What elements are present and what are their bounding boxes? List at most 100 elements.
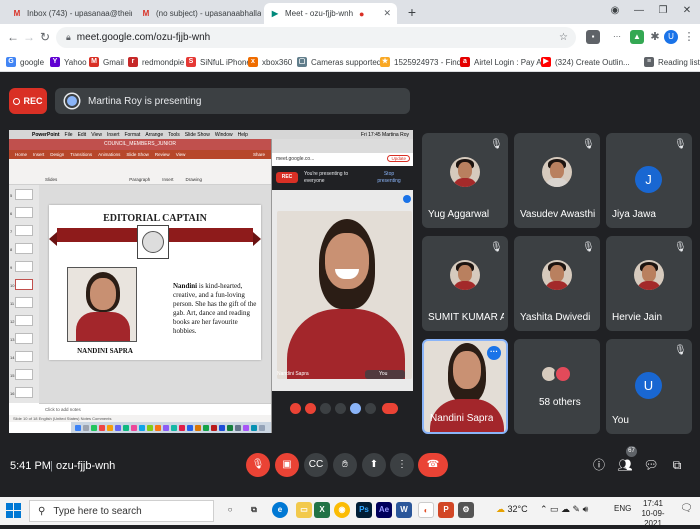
slide-canvas[interactable]: EDITORIAL CAPTAIN NANDINI SAPRA Nandini …	[49, 205, 261, 360]
captions-button[interactable]: CC	[304, 453, 328, 477]
cortana-icon[interactable]: ○	[222, 502, 238, 518]
meeting-details-icon[interactable]: ⓘ	[590, 456, 608, 474]
present-now-button[interactable]: ⬆︎	[362, 453, 386, 477]
address-bar[interactable]: 🔒︎ meet.google.com/ozu-fjjb-wnh ☆	[56, 27, 576, 48]
slide-thumbnail[interactable]	[15, 225, 33, 236]
ppt-tab-animations[interactable]: Animations	[98, 152, 120, 157]
participant-tile[interactable]: 🎙︎ Hervie Jain	[606, 236, 692, 331]
camera-icon[interactable]: ▪	[586, 30, 600, 44]
weather-widget[interactable]: ☁︎ 32°C	[496, 504, 528, 515]
minimize-icon[interactable]: —	[628, 3, 650, 19]
inner-mic-off-icon[interactable]	[290, 403, 301, 414]
photoshop-icon[interactable]: Ps	[356, 502, 372, 518]
mic-off-button[interactable]: 🎙︎	[246, 453, 270, 477]
activities-icon[interactable]: ⧉	[668, 456, 686, 474]
ppt-tab-review[interactable]: Review	[155, 152, 170, 157]
participant-tile[interactable]: 🎙︎ SUMIT KUMAR AG...	[422, 236, 508, 331]
windows-start-icon[interactable]	[6, 503, 22, 519]
bookmark-find[interactable]: ★ 1525924973 - Find...	[380, 55, 468, 69]
taskbar-search-input[interactable]: ⚲ Type here to search	[29, 500, 214, 522]
settings-icon[interactable]: ⚙︎	[458, 502, 474, 518]
more-options-icon[interactable]: ···	[487, 346, 501, 360]
ppt-tab-slideshow[interactable]: Slide Show	[126, 152, 149, 157]
tab-search-icon[interactable]: ◉	[604, 3, 626, 19]
others-tile[interactable]: 58 others	[514, 339, 600, 434]
extension-icon[interactable]: ▲	[630, 30, 644, 44]
raise-hand-button[interactable]: ✋︎	[333, 453, 357, 477]
inner-more-icon[interactable]	[403, 195, 411, 203]
app-icon[interactable]: ◐	[418, 502, 434, 518]
ribbon-insert[interactable]: Insert	[162, 177, 173, 182]
people-icon[interactable]: 👥︎	[616, 456, 634, 474]
bookmark-redmondpie[interactable]: r redmondpie	[128, 55, 184, 69]
slide-thumbnail[interactable]	[15, 387, 33, 398]
ppt-tab-design[interactable]: Design	[50, 152, 64, 157]
bookmark-cameras[interactable]: ▢ Cameras supported...	[297, 55, 388, 69]
slide-thumbnail[interactable]	[15, 297, 33, 308]
inner-present-icon[interactable]	[350, 403, 361, 414]
participant-tile[interactable]: 🎙︎ Yashita Dwivedi	[514, 236, 600, 331]
excel-icon[interactable]: X	[314, 502, 330, 518]
slide-thumbnail[interactable]	[15, 333, 33, 344]
ribbon-paragraph[interactable]: Paragraph	[129, 177, 150, 182]
stop-presenting-button[interactable]: Stop presenting	[372, 171, 406, 185]
bookmark-google[interactable]: Ggoogle	[6, 55, 44, 69]
ppt-tab-home[interactable]: Home	[15, 152, 27, 157]
notification-icon[interactable]: 🗨︎	[680, 503, 693, 514]
inner-camera-off-icon[interactable]	[305, 403, 316, 414]
close-tab-icon[interactable]: ✕	[379, 8, 391, 19]
edge-icon[interactable]: e	[272, 502, 288, 518]
system-tray-icons[interactable]: ⌃ ▭ ☁︎ ✎ 🔊︎	[540, 504, 588, 515]
slide-thumbnail[interactable]	[15, 189, 33, 200]
task-view-icon[interactable]: ⧉	[246, 502, 262, 518]
self-tile[interactable]: 🎙︎ U You	[606, 339, 692, 434]
slide-thumbnail[interactable]	[15, 351, 33, 362]
bookmark-star-icon[interactable]: ☆	[559, 32, 568, 43]
extension-menu-icon[interactable]: ⋯	[610, 30, 624, 44]
inner-captions-icon[interactable]	[320, 403, 331, 414]
tab-inbox[interactable]: M Inbox (743) - upasanaa@theindi ✕	[6, 3, 132, 24]
participant-tile[interactable]: 🎙︎ Yug Aggarwal	[422, 133, 508, 228]
bookmark-airtel[interactable]: a Airtel Login : Pay Ai...	[460, 55, 550, 69]
self-view-tile[interactable]: ··· Nandini Sapra	[422, 339, 508, 434]
after-effects-icon[interactable]: Ae	[376, 502, 392, 518]
close-window-icon[interactable]: ✕	[676, 3, 698, 19]
ppt-tab-insert[interactable]: Insert	[33, 152, 44, 157]
slide-thumbnail[interactable]	[15, 243, 33, 254]
bookmark-gmail[interactable]: M Gmail	[89, 55, 124, 69]
ribbon-slides[interactable]: Slides	[45, 177, 57, 182]
reading-list[interactable]: ≡ Reading list	[644, 55, 700, 69]
slide-thumbnail[interactable]	[15, 315, 33, 326]
chat-icon[interactable]: 💬︎	[642, 456, 660, 474]
new-tab-icon[interactable]: +	[403, 3, 421, 21]
extensions-puzzle-icon[interactable]: ✱	[648, 30, 662, 44]
language-indicator[interactable]: ENG	[614, 504, 631, 513]
powerpoint-icon[interactable]: P	[438, 502, 454, 518]
word-icon[interactable]: W	[396, 502, 412, 518]
ribbon-drawing[interactable]: Drawing	[186, 177, 203, 182]
slide-thumbnail[interactable]	[15, 369, 33, 380]
bookmark-xbox360[interactable]: x xbox360	[248, 55, 292, 69]
update-button[interactable]: Update	[387, 155, 410, 162]
ppt-tab-view[interactable]: View	[176, 152, 186, 157]
participant-tile[interactable]: 🎙︎ J Jiya Jawa	[606, 133, 692, 228]
bookmark-sinful-iphone[interactable]: S SiNfuL iPhone	[186, 55, 251, 69]
slide-thumbnail[interactable]	[15, 261, 33, 272]
slide-thumbnail[interactable]	[15, 207, 33, 218]
tab-no-subject[interactable]: M (no subject) - upasanaabhalla13@ ✕	[135, 3, 261, 24]
end-call-button[interactable]: ☎︎	[418, 453, 448, 477]
inner-address-bar[interactable]: meet.google.co... Update	[272, 153, 413, 166]
camera-off-button[interactable]: ▣	[275, 453, 299, 477]
inner-more-options-icon[interactable]	[365, 403, 376, 414]
notes-pane[interactable]: Click to add notes	[39, 403, 271, 415]
slide-thumbnail-selected[interactable]	[15, 279, 33, 290]
chrome-menu-icon[interactable]: ⋮	[682, 30, 696, 44]
bookmark-yahoo[interactable]: Y Yahoo	[50, 55, 87, 69]
inner-hand-icon[interactable]	[335, 403, 346, 414]
more-options-button[interactable]: ⋮	[390, 453, 414, 477]
reload-icon[interactable]: ↻	[36, 28, 54, 46]
participant-tile[interactable]: 🎙︎ Vasudev Awasthi	[514, 133, 600, 228]
maximize-icon[interactable]: ❐	[652, 3, 674, 19]
inner-end-call-icon[interactable]	[382, 403, 398, 414]
tab-meet[interactable]: ▶ Meet - ozu-fjjb-wnh ● ✕	[264, 3, 397, 24]
